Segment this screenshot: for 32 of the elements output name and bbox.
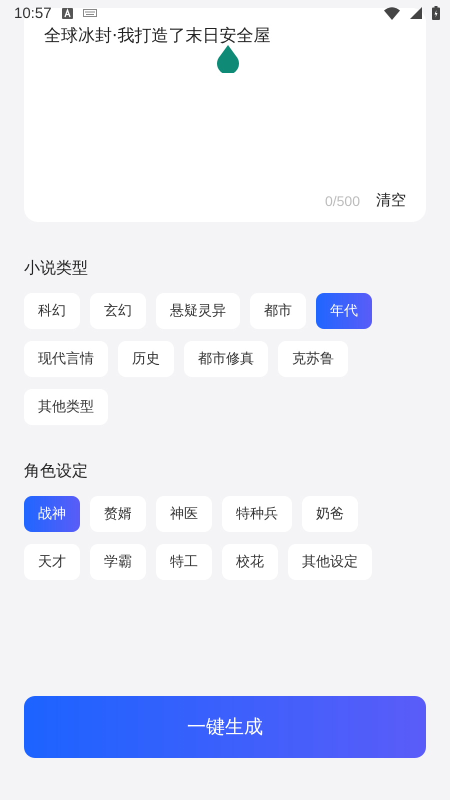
tag-chip[interactable]: 历史: [118, 341, 174, 377]
clear-button[interactable]: 清空: [376, 191, 406, 210]
tag-chip[interactable]: 学霸: [90, 544, 146, 580]
wifi-icon: [384, 6, 400, 20]
tag-chip[interactable]: 悬疑灵异: [156, 293, 240, 329]
tag-chip[interactable]: 都市: [250, 293, 306, 329]
section-title: 小说类型: [24, 258, 89, 279]
tag-chip[interactable]: 其他设定: [288, 544, 372, 580]
tag-chip[interactable]: 特种兵: [222, 496, 292, 532]
tag-chip[interactable]: 克苏鲁: [278, 341, 348, 377]
keyboard-icon: [82, 9, 97, 17]
tag-chip[interactable]: 神医: [156, 496, 212, 532]
tag-chip[interactable]: 现代言情: [24, 341, 108, 377]
tag-chip[interactable]: 赘婿: [90, 496, 146, 532]
tag-chip[interactable]: 科幻: [24, 293, 80, 329]
section-title: 角色设定: [24, 461, 89, 482]
tag-chip[interactable]: 校花: [222, 544, 278, 580]
generate-button[interactable]: 一键生成: [24, 696, 426, 758]
tag-chip[interactable]: 特工: [156, 544, 212, 580]
prompt-field[interactable]: 全球冰封·我打造了末日安全屋: [44, 25, 406, 45]
tag-chip[interactable]: 其他类型: [24, 389, 108, 425]
tag-chip[interactable]: 玄幻: [90, 293, 146, 329]
signal-icon: [410, 7, 422, 19]
tag-chip[interactable]: 奶爸: [302, 496, 358, 532]
tag-chip[interactable]: 年代: [316, 293, 372, 329]
tag-chip[interactable]: 天才: [24, 544, 80, 580]
status-time: 10:57: [14, 4, 52, 22]
character-counter: 0/500: [324, 192, 360, 208]
tag-chip[interactable]: 战神: [24, 496, 80, 532]
cursor-handle-icon[interactable]: [217, 45, 239, 73]
battery-icon: [432, 6, 440, 20]
tag-chip[interactable]: 都市修真: [184, 341, 268, 377]
